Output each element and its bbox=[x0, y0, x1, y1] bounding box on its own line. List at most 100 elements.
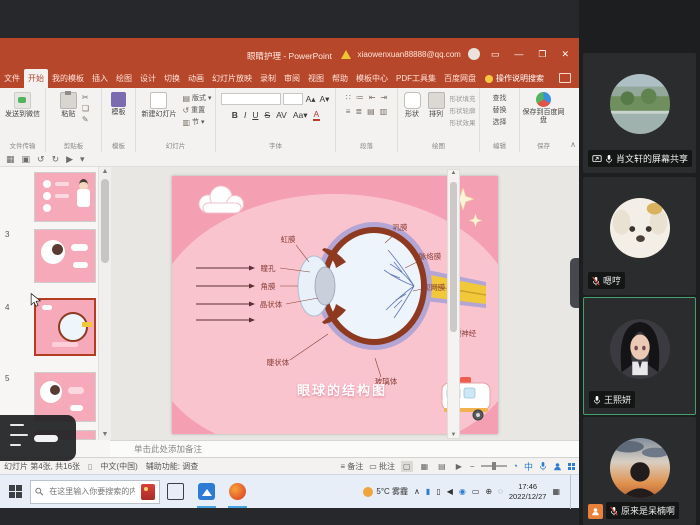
slide-sorter-view-button[interactable]: ▦ bbox=[419, 461, 431, 472]
align-left-icon[interactable]: ≡ bbox=[346, 107, 351, 116]
comments-pane-icon[interactable] bbox=[559, 73, 571, 83]
copy-icon[interactable]: ❏ bbox=[82, 104, 89, 113]
tab-insert[interactable]: 插入 bbox=[88, 69, 112, 88]
minimize-button[interactable]: — bbox=[510, 49, 527, 59]
participant-tile-speaking[interactable]: 王熙妍 bbox=[583, 297, 696, 415]
shrink-font-button[interactable]: A▾ bbox=[319, 94, 331, 105]
notes-toggle-button[interactable]: ≡ 备注 bbox=[340, 461, 363, 472]
scroll-down-icon[interactable]: ▼ bbox=[448, 432, 459, 438]
scroll-down-icon[interactable]: ▼ bbox=[99, 430, 111, 440]
new-slide-button[interactable]: 新建幻灯片 bbox=[139, 91, 178, 127]
tray-expand-chevron-icon[interactable]: ∧ bbox=[414, 487, 420, 496]
reading-view-button[interactable]: ▤ bbox=[436, 461, 448, 472]
scroll-up-icon[interactable]: ▲ bbox=[99, 167, 111, 177]
tell-me-search[interactable]: 操作说明搜索 bbox=[480, 69, 549, 88]
annotation-tool-icon[interactable] bbox=[10, 424, 24, 426]
redo-icon[interactable]: ↻ bbox=[52, 154, 60, 165]
format-painter-icon[interactable]: ✎ bbox=[82, 115, 89, 124]
thumbnail-scrollbar[interactable]: ▲ ▼ bbox=[98, 167, 111, 440]
shapes-button[interactable]: 形状 bbox=[402, 91, 423, 127]
tab-template-center[interactable]: 模板中心 bbox=[352, 69, 392, 88]
accessibility-status[interactable]: 辅助功能: 调查 bbox=[146, 461, 198, 472]
tab-record[interactable]: 录制 bbox=[256, 69, 280, 88]
taskbar-clock[interactable]: 17:46 2022/12/27 bbox=[509, 482, 547, 501]
annotation-toolbar[interactable] bbox=[0, 415, 76, 461]
bullets-icon[interactable]: ∷ bbox=[346, 93, 351, 102]
cut-icon[interactable]: ✂ bbox=[82, 93, 89, 102]
align-center-icon[interactable]: ≣ bbox=[355, 107, 362, 116]
tray-location-icon[interactable]: ⊕ bbox=[485, 487, 492, 496]
start-button[interactable] bbox=[9, 485, 22, 498]
weather-widget[interactable]: 5°C 雾霾 bbox=[363, 486, 408, 497]
tab-my-templates[interactable]: 我的模板 bbox=[48, 69, 88, 88]
account-email[interactable]: xiaowenxuan88888@qq.com bbox=[358, 50, 461, 59]
numbering-icon[interactable]: ≔ bbox=[356, 93, 364, 102]
tray-network-icon[interactable]: ◉ bbox=[459, 487, 466, 496]
spellcheck-icon[interactable]: ▯ bbox=[88, 462, 92, 471]
notes-pane[interactable]: 单击此处添加备注 bbox=[110, 440, 579, 457]
apps-grid-icon[interactable] bbox=[568, 463, 575, 470]
tab-file[interactable]: 文件 bbox=[0, 69, 24, 88]
italic-button[interactable]: I bbox=[243, 110, 247, 120]
annotation-tool-icon[interactable] bbox=[10, 434, 28, 436]
arrange-button[interactable]: 排列 bbox=[426, 91, 447, 127]
language-indicator[interactable]: 中文(中国) bbox=[100, 461, 137, 472]
indent-increase-icon[interactable]: ⇥ bbox=[381, 93, 388, 102]
save-to-baidu-pan-button[interactable]: 保存到百度网盘 bbox=[520, 91, 567, 126]
font-name-box[interactable] bbox=[221, 93, 281, 105]
tab-pdf-tools[interactable]: PDF工具集 bbox=[392, 69, 440, 88]
tab-home[interactable]: 开始 bbox=[24, 69, 48, 88]
replace-button[interactable]: 替换 bbox=[493, 105, 507, 115]
layout-button[interactable]: ▤版式▾ bbox=[182, 93, 211, 103]
tab-view[interactable]: 视图 bbox=[304, 69, 328, 88]
search-highlight-icon[interactable] bbox=[141, 484, 155, 500]
tray-update-icon[interactable]: ◌ bbox=[498, 487, 503, 496]
mic-icon[interactable] bbox=[539, 461, 547, 471]
close-button[interactable]: ✕ bbox=[557, 49, 573, 60]
task-view-button[interactable] bbox=[167, 483, 184, 500]
meeting-app-icon[interactable] bbox=[198, 483, 215, 500]
collapse-ribbon-icon[interactable]: ∧ bbox=[570, 140, 576, 149]
ribbon-display-options-button[interactable]: ▭ bbox=[487, 49, 504, 60]
slideshow-view-button[interactable]: ▶ bbox=[454, 461, 464, 472]
send-to-wechat-button[interactable]: 发送到微信 bbox=[3, 91, 42, 120]
slide-thumbnail-2[interactable] bbox=[34, 172, 96, 222]
account-avatar[interactable] bbox=[468, 48, 480, 60]
search-input[interactable] bbox=[47, 486, 137, 497]
slide-thumbnail-4-selected[interactable] bbox=[34, 298, 96, 356]
participant-tile[interactable]: 嗯哼 bbox=[583, 177, 696, 295]
select-button[interactable]: 选择 bbox=[493, 117, 507, 127]
annotation-tool-icon[interactable] bbox=[10, 444, 21, 446]
browser-icon[interactable] bbox=[229, 483, 246, 500]
annotation-pen-pill[interactable] bbox=[34, 435, 58, 442]
zoom-out-button[interactable]: − bbox=[470, 462, 475, 471]
panel-collapse-handle[interactable] bbox=[570, 258, 579, 308]
participant-tile-sharer[interactable]: 肖文轩的屏幕共享 bbox=[583, 53, 696, 173]
shape-outline-button[interactable]: 形状轮廓 bbox=[450, 105, 476, 115]
font-size-box[interactable] bbox=[283, 93, 303, 105]
tray-volume-icon[interactable]: ◀ bbox=[447, 487, 453, 496]
qat-dropdown-icon[interactable]: ▾ bbox=[80, 154, 85, 165]
normal-view-button[interactable]: ▢ bbox=[401, 461, 413, 472]
underline-button[interactable]: U bbox=[251, 110, 259, 120]
tab-transitions[interactable]: 切换 bbox=[160, 69, 184, 88]
customize-icon[interactable]: ▦ bbox=[6, 154, 15, 165]
tab-baidu-pan[interactable]: 百度网盘 bbox=[440, 69, 480, 88]
indent-decrease-icon[interactable]: ⇤ bbox=[369, 93, 376, 102]
tab-draw[interactable]: 绘图 bbox=[112, 69, 136, 88]
save-icon[interactable]: ▣ bbox=[22, 154, 31, 165]
change-case-button[interactable]: Aa▾ bbox=[292, 110, 309, 121]
shape-effects-button[interactable]: 形状效果 bbox=[450, 117, 476, 127]
tab-animations[interactable]: 动画 bbox=[184, 69, 208, 88]
undo-icon[interactable]: ↺ bbox=[37, 154, 45, 165]
tray-security-icon[interactable]: ▮ bbox=[426, 487, 430, 496]
members-icon[interactable] bbox=[553, 462, 562, 471]
start-slideshow-icon[interactable]: ▶ bbox=[66, 154, 73, 165]
slide-area-scrollbar[interactable]: ▲ ▼ bbox=[447, 169, 460, 439]
comments-toggle-button[interactable]: ▭ 批注 bbox=[369, 461, 395, 472]
tab-help[interactable]: 帮助 bbox=[328, 69, 352, 88]
show-desktop-button[interactable] bbox=[570, 475, 575, 509]
character-spacing-button[interactable]: AV bbox=[275, 110, 288, 120]
align-right-icon[interactable]: ▤ bbox=[367, 107, 375, 116]
tab-review[interactable]: 审阅 bbox=[280, 69, 304, 88]
